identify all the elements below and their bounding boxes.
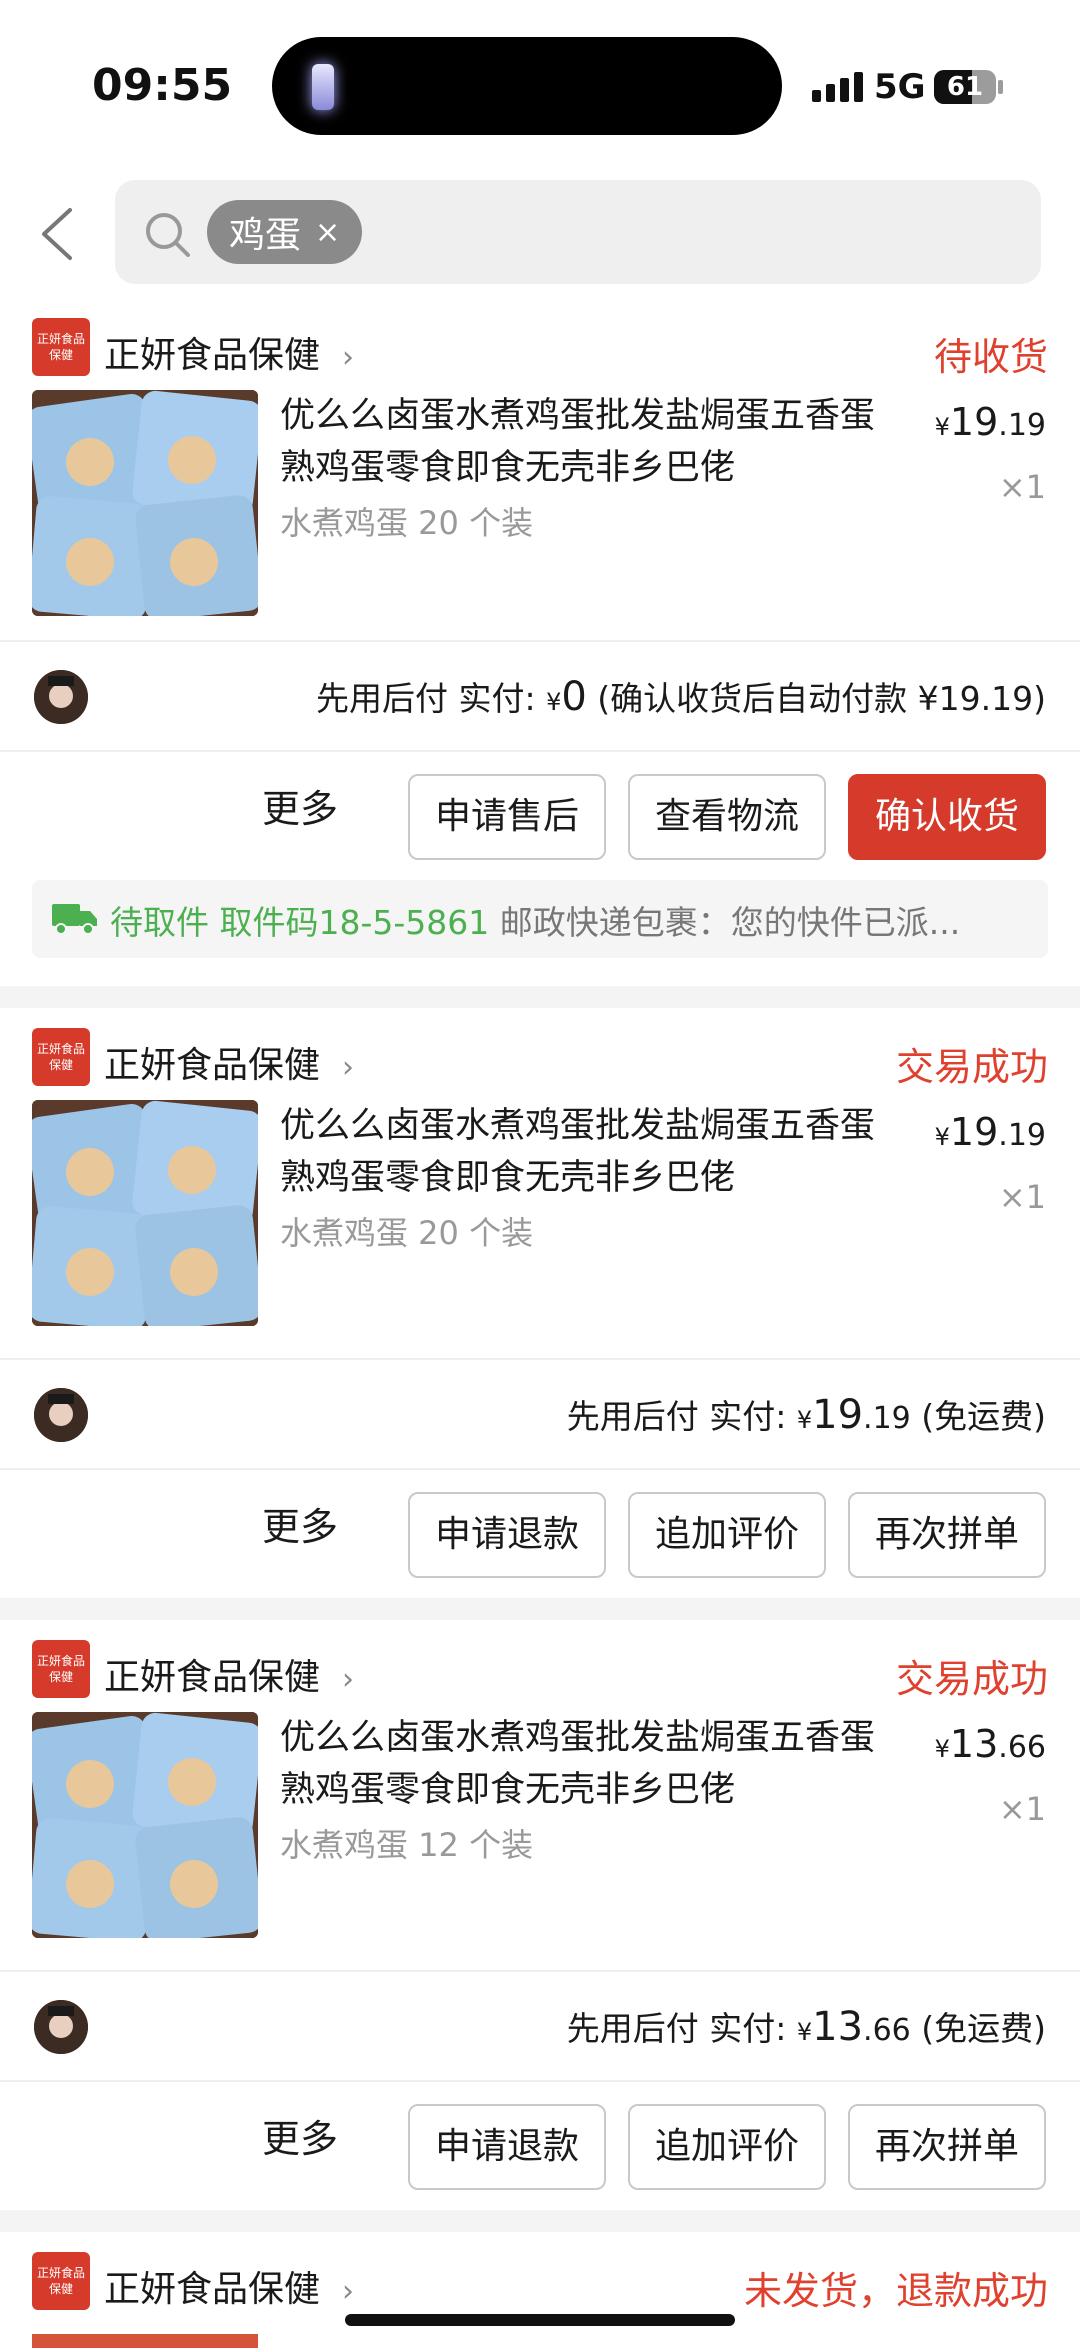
product-price: ¥13.66 bbox=[934, 1722, 1046, 1766]
search-keyword-chip[interactable]: 鸡蛋 × bbox=[207, 200, 363, 264]
battery-percent: 61 bbox=[946, 72, 984, 102]
product-quantity: ×1 bbox=[998, 1790, 1046, 1828]
reorder-button[interactable]: 再次拼单 bbox=[848, 2104, 1046, 2190]
order-actions: 更多 申请售后 查看物流 确认收货 bbox=[0, 752, 1080, 862]
truck-icon bbox=[52, 904, 97, 935]
chevron-right-icon: › bbox=[342, 1050, 354, 1085]
search-keyword: 鸡蛋 bbox=[229, 215, 302, 256]
shop-header[interactable]: 正妍食品 保健 正妍食品保健 › 交易成功 bbox=[32, 1640, 1048, 1701]
add-review-button[interactable]: 追加评价 bbox=[628, 1492, 826, 1578]
shop-name[interactable]: 正妍食品保健 bbox=[104, 1036, 320, 1088]
battery-cap bbox=[998, 80, 1003, 94]
order-status: 未发货，退款成功 bbox=[743, 2269, 1048, 2313]
status-bar: 09:55 5G 61 bbox=[0, 0, 1080, 170]
order-status: 交易成功 bbox=[895, 1045, 1048, 1089]
cellular-signal-icon bbox=[812, 72, 863, 102]
pickup-code: 待取件 取件码18-5-5861 bbox=[110, 903, 490, 942]
product-price: ¥19.19 bbox=[934, 1110, 1046, 1154]
payment-summary: 先用后付 实付: ¥0 (确认收货后自动付款 ¥19.19) bbox=[315, 674, 1046, 720]
shop-header[interactable]: 正妍食品 保健 正妍食品保健 › 未发货，退款成功 bbox=[32, 2252, 1048, 2313]
home-indicator bbox=[345, 2314, 735, 2326]
product-price: ¥19.19 bbox=[934, 400, 1046, 444]
network-type: 5G bbox=[874, 67, 926, 107]
request-refund-button[interactable]: 申请退款 bbox=[408, 1492, 606, 1578]
chevron-right-icon: › bbox=[342, 1662, 354, 1697]
payment-row: 先用后付 实付: ¥13.66 (免运费) bbox=[0, 1972, 1080, 2080]
order-actions: 更多 申请退款 追加评价 再次拼单 bbox=[0, 1470, 1080, 1580]
chevron-right-icon: › bbox=[342, 2274, 354, 2309]
shop-header[interactable]: 正妍食品 保健 正妍食品保健 › 待收货 bbox=[32, 318, 1048, 379]
search-icon bbox=[146, 213, 190, 257]
flashlight-icon bbox=[312, 64, 334, 110]
payment-row: 先用后付 实付: ¥19.19 (免运费) bbox=[0, 1360, 1080, 1468]
more-button[interactable]: 更多 bbox=[262, 2108, 338, 2163]
view-logistics-button[interactable]: 查看物流 bbox=[628, 774, 826, 860]
shop-name[interactable]: 正妍食品保健 bbox=[104, 1648, 320, 1700]
product-quantity: ×1 bbox=[998, 1178, 1046, 1216]
order-card: 正妍食品 保健 正妍食品保健 › 交易成功 优么么卤蛋水煮鸡蛋批发盐焗蛋五香蛋熟鸡… bbox=[0, 1008, 1080, 1598]
product-quantity: ×1 bbox=[998, 468, 1046, 506]
order-card: 正妍食品 保健 正妍食品保健 › 未发货，退款成功 bbox=[0, 2232, 1080, 2348]
product-spec: 水煮鸡蛋 20 个装 bbox=[280, 504, 534, 542]
order-actions: 更多 申请退款 追加评价 再次拼单 bbox=[0, 2082, 1080, 2192]
dynamic-island bbox=[272, 37, 782, 135]
shop-header[interactable]: 正妍食品 保健 正妍食品保健 › 交易成功 bbox=[32, 1028, 1048, 1089]
shop-name[interactable]: 正妍食品保健 bbox=[104, 2260, 320, 2312]
back-arrow-icon[interactable] bbox=[38, 206, 78, 262]
search-input[interactable]: 鸡蛋 × bbox=[115, 180, 1041, 284]
product-title[interactable]: 优么么卤蛋水煮鸡蛋批发盐焗蛋五香蛋熟鸡蛋零食即食无壳非乡巴佬 bbox=[280, 1712, 905, 1816]
product-image[interactable] bbox=[32, 2334, 258, 2348]
shop-name[interactable]: 正妍食品保健 bbox=[104, 326, 320, 378]
clear-keyword-icon[interactable]: × bbox=[315, 215, 340, 250]
shop-logo: 正妍食品 保健 bbox=[32, 1028, 90, 1086]
add-review-button[interactable]: 追加评价 bbox=[628, 2104, 826, 2190]
payment-summary: 先用后付 实付: ¥13.66 (免运费) bbox=[566, 2004, 1046, 2050]
chevron-right-icon: › bbox=[342, 340, 354, 375]
product-spec: 水煮鸡蛋 20 个装 bbox=[280, 1214, 534, 1252]
more-button[interactable]: 更多 bbox=[262, 1496, 338, 1551]
battery-icon: 61 bbox=[934, 70, 996, 104]
avatar bbox=[34, 670, 88, 724]
order-status: 交易成功 bbox=[895, 1657, 1048, 1701]
logistics-detail: 邮政快递包裹：您的快件已派... bbox=[489, 903, 961, 942]
product-title[interactable]: 优么么卤蛋水煮鸡蛋批发盐焗蛋五香蛋熟鸡蛋零食即食无壳非乡巴佬 bbox=[280, 1100, 905, 1204]
logistics-banner[interactable]: 待取件 取件码18-5-5861 邮政快递包裹：您的快件已派... bbox=[32, 880, 1048, 958]
after-sales-button[interactable]: 申请售后 bbox=[408, 774, 606, 860]
payment-row: 先用后付 实付: ¥0 (确认收货后自动付款 ¥19.19) bbox=[0, 642, 1080, 750]
product-image[interactable] bbox=[32, 1712, 258, 1938]
product-image[interactable] bbox=[32, 390, 258, 616]
shop-logo: 正妍食品 保健 bbox=[32, 2252, 90, 2310]
search-header: 鸡蛋 × bbox=[0, 170, 1080, 298]
product-title[interactable]: 优么么卤蛋水煮鸡蛋批发盐焗蛋五香蛋熟鸡蛋零食即食无壳非乡巴佬 bbox=[280, 390, 905, 494]
shop-logo: 正妍食品 保健 bbox=[32, 1640, 90, 1698]
confirm-receipt-button[interactable]: 确认收货 bbox=[848, 774, 1046, 860]
order-card: 正妍食品 保健 正妍食品保健 › 交易成功 优么么卤蛋水煮鸡蛋批发盐焗蛋五香蛋熟鸡… bbox=[0, 1620, 1080, 2210]
order-card: 正妍食品 保健 正妍食品保健 › 待收货 优么么卤蛋水煮鸡蛋批发盐焗蛋五香蛋熟鸡蛋… bbox=[0, 298, 1080, 986]
product-image[interactable] bbox=[32, 1100, 258, 1326]
logistics-text: 待取件 取件码18-5-5861 邮政快递包裹：您的快件已派... bbox=[110, 896, 960, 944]
reorder-button[interactable]: 再次拼单 bbox=[848, 1492, 1046, 1578]
clock: 09:55 bbox=[92, 60, 233, 111]
request-refund-button[interactable]: 申请退款 bbox=[408, 2104, 606, 2190]
avatar bbox=[34, 2000, 88, 2054]
more-button[interactable]: 更多 bbox=[262, 778, 338, 833]
product-spec: 水煮鸡蛋 12 个装 bbox=[280, 1826, 534, 1864]
avatar bbox=[34, 1388, 88, 1442]
payment-summary: 先用后付 实付: ¥19.19 (免运费) bbox=[566, 1392, 1046, 1438]
shop-logo: 正妍食品 保健 bbox=[32, 318, 90, 376]
order-status: 待收货 bbox=[933, 335, 1048, 379]
